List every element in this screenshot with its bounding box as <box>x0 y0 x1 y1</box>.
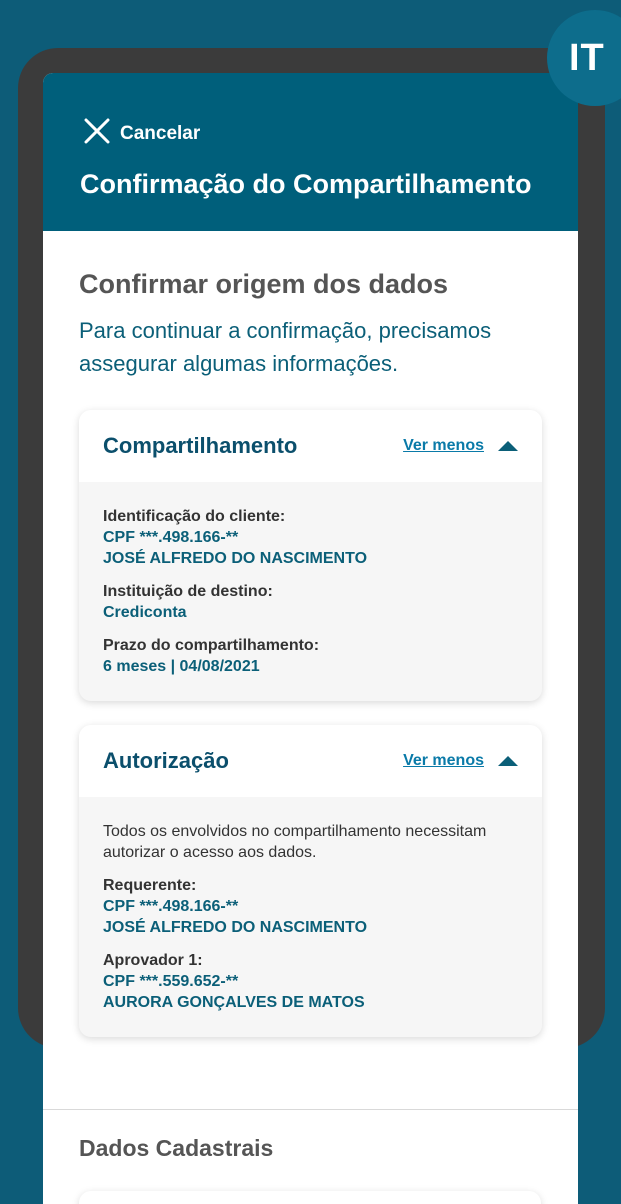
sharing-card-body: Identificação do cliente: CPF ***.498.16… <box>79 482 542 701</box>
authorization-card-header: Autorização Ver menos <box>79 725 542 797</box>
destination-field: Instituição de destino: Crediconta <box>103 581 518 623</box>
app-header: Cancelar Confirmação do Compartilhamento <box>43 73 578 231</box>
close-icon <box>81 115 113 153</box>
chevron-up-icon <box>498 441 518 451</box>
approver-name: AURORA GONÇALVES DE MATOS <box>103 994 365 1011</box>
section-description: Para continuar a confirmação, precisamos… <box>79 318 492 376</box>
registration-data-title: Dados Cadastrais <box>79 1135 274 1161</box>
authorization-note: Todos os envolvidos no compartilhamento … <box>103 823 487 861</box>
authorization-card: Autorização Ver menos Todos os envolvido… <box>79 725 542 1037</box>
section-divider <box>43 1109 578 1110</box>
sharing-card-header: Compartilhamento Ver menos <box>79 410 542 482</box>
requester-label: Requerente: <box>103 877 197 894</box>
deadline-label: Prazo do compartilhamento: <box>103 637 320 654</box>
chevron-up-icon <box>498 756 518 766</box>
deadline-value: 6 meses | 04/08/2021 <box>103 658 260 675</box>
authorization-toggle-label: Ver menos <box>403 752 484 769</box>
sharing-toggle-button[interactable]: Ver menos <box>403 437 518 455</box>
sharing-toggle-label: Ver menos <box>403 437 484 454</box>
approver-label: Aprovador 1: <box>103 952 203 969</box>
client-cpf: CPF ***.498.166-** <box>103 529 239 546</box>
approver-cpf: CPF ***.559.652-** <box>103 973 239 990</box>
requester-cpf: CPF ***.498.166-** <box>103 898 239 915</box>
client-name: JOSÉ ALFREDO DO NASCIMENTO <box>103 550 368 567</box>
section-title: Confirmar origem dos dados <box>79 269 449 299</box>
destination-value: Crediconta <box>103 604 187 621</box>
destination-label: Instituição de destino: <box>103 583 273 600</box>
cancel-button[interactable]: Cancelar <box>81 115 200 153</box>
client-id-field: Identificação do cliente: CPF ***.498.16… <box>103 506 518 569</box>
main-content: Confirmar origem dos dados Para continua… <box>43 231 578 1037</box>
authorization-toggle-button[interactable]: Ver menos <box>403 752 518 770</box>
authorization-card-title: Autorização <box>103 748 229 773</box>
approver-field: Aprovador 1: CPF ***.559.652-** AURORA G… <box>103 950 518 1013</box>
sharing-card: Compartilhamento Ver menos Identificação… <box>79 410 542 701</box>
requester-name: JOSÉ ALFREDO DO NASCIMENTO <box>103 919 368 936</box>
app-screen: Cancelar Confirmação do Compartilhamento… <box>43 73 578 1204</box>
page-title: Confirmação do Compartilhamento <box>80 169 532 199</box>
authorization-card-body: Todos os envolvidos no compartilhamento … <box>79 797 542 1037</box>
registration-card <box>79 1191 541 1204</box>
cancel-label: Cancelar <box>120 123 201 144</box>
client-id-label: Identificação do cliente: <box>103 508 286 525</box>
deadline-field: Prazo do compartilhamento: 6 meses | 04/… <box>103 635 518 677</box>
sharing-card-title: Compartilhamento <box>103 433 298 458</box>
requester-field: Requerente: CPF ***.498.166-** JOSÉ ALFR… <box>103 875 518 938</box>
